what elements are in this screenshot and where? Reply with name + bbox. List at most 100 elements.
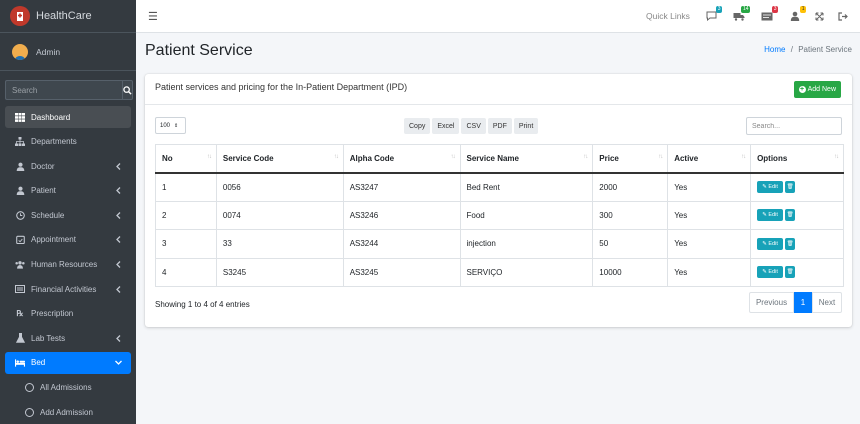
table-search-input[interactable] — [746, 117, 842, 135]
edit-button[interactable]: ✎ Edit — [757, 181, 784, 193]
next-page-button[interactable]: Next — [812, 292, 842, 313]
sidebar-item-bed[interactable]: Bed — [5, 351, 131, 374]
sidebar-subitem-add-admission[interactable]: Add Admission — [5, 401, 131, 423]
excel-button[interactable]: Excel — [432, 118, 460, 134]
column-header-label: Options — [757, 153, 788, 163]
delete-button[interactable]: 🗑 — [785, 237, 796, 250]
user-panel[interactable]: Admin — [0, 33, 136, 71]
sidebar-subitem-all-admissions[interactable]: All Admissions — [5, 377, 131, 399]
cell-active: Yes — [667, 200, 752, 230]
column-header-price[interactable]: Price ↑↓ — [592, 144, 669, 174]
cell-alpha-code: AS3246 — [342, 200, 461, 230]
sidebar-item-lab-tests[interactable]: Lab Tests — [5, 327, 131, 349]
sidebar-subitem-label: Add Admission — [40, 407, 93, 417]
chevron-left-icon — [113, 161, 123, 171]
chevron-left-icon — [113, 260, 123, 270]
user-alert-icon[interactable]: 1 — [788, 6, 806, 23]
search-button[interactable] — [122, 80, 133, 100]
flask-icon — [15, 333, 25, 344]
table-row: 1 0056 AS3247 Bed Rent 2000 Yes ✎ Edit 🗑 — [155, 172, 844, 202]
messages-badge: 3 — [716, 6, 722, 13]
edit-icon: ✎ — [762, 184, 767, 190]
page-title: Patient Service — [145, 42, 253, 59]
trash-icon: 🗑 — [786, 240, 794, 247]
cell-options: ✎ Edit 🗑 — [750, 200, 844, 230]
sidebar-item-label: Doctor — [31, 161, 55, 171]
cell-active: Yes — [667, 229, 752, 259]
user-md-icon — [15, 161, 25, 171]
column-header-label: Price — [599, 153, 619, 163]
sidebar-item-dashboard[interactable]: Dashboard — [5, 106, 131, 128]
brand[interactable]: HealthCare — [0, 0, 136, 33]
page-1-button[interactable]: 1 — [794, 292, 812, 313]
sidebar-item-label: Dashboard — [31, 112, 71, 122]
delete-button[interactable]: 🗑 — [785, 209, 796, 222]
billing-icon[interactable]: 3 — [760, 6, 778, 23]
sidebar-item-human-resources[interactable]: Human Resources — [5, 254, 131, 276]
add-new-button[interactable]: + Add New — [793, 81, 841, 98]
circle-icon — [25, 407, 34, 417]
delete-button[interactable]: 🗑 — [785, 266, 796, 279]
cell-alpha-code: AS3244 — [342, 229, 461, 259]
column-header-service-name[interactable]: Service Name ↑↓ — [459, 144, 594, 174]
breadcrumb-home[interactable]: Home — [764, 45, 785, 54]
delete-button[interactable]: 🗑 — [785, 181, 796, 193]
clock-icon — [15, 210, 25, 220]
edit-label: Edit — [768, 269, 778, 276]
cell-service-name: Food — [459, 200, 594, 230]
edit-button[interactable]: ✎ Edit — [757, 237, 784, 250]
truck-icon[interactable]: 14 — [732, 6, 750, 23]
sort-icon: ↑↓ — [450, 154, 456, 160]
messages-icon[interactable]: 3 — [704, 6, 722, 23]
card-header: Patient services and pricing for the In-… — [145, 74, 852, 105]
print-button[interactable]: Print — [513, 118, 539, 134]
column-header-label: Active — [674, 153, 699, 163]
sidebar-item-financial-activities[interactable]: Financial Activities — [5, 278, 131, 300]
quick-links[interactable]: Quick Links — [646, 11, 690, 21]
column-header-options[interactable]: Options ↑↓ — [750, 144, 844, 174]
cell-no: 1 — [155, 172, 217, 202]
cell-service-code: S3245 — [215, 257, 344, 287]
sidebar-item-patient[interactable]: Patient — [5, 180, 131, 202]
trash-icon: 🗑 — [786, 184, 794, 190]
card-title: Patient services and pricing for the In-… — [155, 82, 408, 92]
pdf-button[interactable]: PDF — [487, 118, 512, 134]
table-row: 4 S3245 AS3245 SERVIÇO 10000 Yes ✎ Edit 🗑 — [155, 257, 844, 287]
sort-icon: ↑↓ — [658, 154, 663, 160]
sidebar-item-label: Appointment — [31, 235, 76, 245]
sort-icon: ↑↓ — [583, 154, 588, 160]
user-alert-badge: 1 — [800, 6, 806, 13]
prescription-icon: ℞ — [16, 309, 24, 319]
sort-icon: ↑↓ — [333, 154, 339, 160]
page-length-select[interactable]: 100 ⇕ — [155, 117, 186, 134]
column-header-service-code[interactable]: Service Code ↑↓ — [215, 144, 344, 174]
sidebar-item-doctor[interactable]: Doctor — [5, 155, 131, 177]
sidebar-item-schedule[interactable]: Schedule — [5, 204, 131, 226]
edit-button[interactable]: ✎ Edit — [757, 209, 784, 222]
column-header-label: Service Name — [466, 153, 519, 163]
fullscreen-icon[interactable] — [812, 9, 826, 23]
grid-icon — [15, 112, 25, 122]
sidebar-item-departments[interactable]: Departments — [5, 131, 131, 153]
sidebar-item-prescription[interactable]: ℞ Prescription — [5, 303, 131, 325]
column-header-no[interactable]: No ↑↓ — [155, 144, 217, 174]
cell-alpha-code: AS3247 — [342, 172, 461, 202]
breadcrumb-current: Patient Service — [798, 45, 852, 54]
updown-caret-icon: ⇕ — [174, 122, 179, 129]
edit-label: Edit — [768, 184, 778, 190]
sidebar-item-label: Lab Tests — [31, 333, 66, 343]
copy-button[interactable]: Copy — [404, 118, 431, 134]
cell-alpha-code: AS3245 — [342, 257, 461, 287]
cell-price: 50 — [592, 229, 669, 259]
column-header-active[interactable]: Active ↑↓ — [667, 144, 752, 174]
menu-toggle-icon[interactable]: ☰ — [148, 10, 158, 23]
sidebar-search-input[interactable] — [5, 80, 122, 100]
column-header-alpha-code[interactable]: Alpha Code ↑↓ — [342, 144, 461, 174]
sidebar-item-label: Patient — [31, 186, 56, 196]
table-header-row: No ↑↓ Service Code ↑↓ Alpha Code ↑↓ Service… — [155, 144, 844, 174]
previous-page-button[interactable]: Previous — [749, 292, 794, 313]
csv-button[interactable]: CSV — [461, 118, 486, 134]
logout-icon[interactable] — [836, 9, 850, 23]
edit-button[interactable]: ✎ Edit — [757, 266, 784, 279]
sidebar-item-appointment[interactable]: Appointment — [5, 229, 131, 251]
